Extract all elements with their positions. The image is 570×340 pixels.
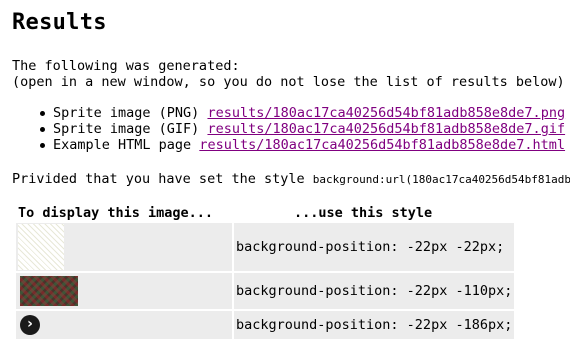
list-item: Sprite image (GIF) results/180ac17ca4025… — [20, 121, 565, 137]
gif-sprite-link[interactable]: results/180ac17ca40256d54bf81adb858e8de7… — [207, 121, 565, 137]
bullet-icon — [40, 111, 45, 116]
column-header-style: ...use this style — [294, 205, 433, 221]
intro-note: (open in a new window, so you do not los… — [12, 74, 565, 90]
png-sprite-link[interactable]: results/180ac17ca40256d54bf81adb858e8de7… — [207, 105, 565, 121]
image-cell: › — [16, 311, 232, 339]
bullet-icon — [40, 127, 45, 132]
style-note-text: Privided that you have set the style — [12, 171, 305, 187]
style-note-code: background:url(180ac17ca40256d54bf81adb — [312, 173, 570, 186]
table-row: › background-position: -22px -186px; — [16, 311, 515, 339]
intro-line: The following was generated: — [12, 58, 240, 74]
textured-pattern-image — [20, 276, 78, 306]
column-header-image: To display this image... — [18, 205, 214, 221]
link-label: Sprite image (PNG) — [53, 105, 200, 121]
link-label: Sprite image (GIF) — [53, 121, 200, 137]
table-row: background-position: -22px -110px; — [16, 273, 515, 309]
example-html-link[interactable]: results/180ac17ca40256d54bf81adb858e8de7… — [199, 137, 565, 153]
page-title: Results — [12, 10, 107, 35]
style-cell: background-position: -22px -22px; — [234, 223, 515, 271]
arrow-circle-icon: › — [20, 315, 40, 335]
table-row: background-position: -22px -22px; — [16, 223, 515, 271]
hatch-pattern-image — [18, 224, 64, 270]
link-label: Example HTML page — [53, 137, 192, 153]
bullet-icon — [40, 143, 45, 148]
results-table: To display this image... ...use this sty… — [14, 203, 516, 340]
list-item: Example HTML page results/180ac17ca40256… — [20, 137, 565, 153]
results-page: Results The following was generated: (op… — [0, 0, 570, 340]
style-cell: background-position: -22px -186px; — [234, 311, 515, 339]
style-note: Privided that you have set the style bac… — [12, 171, 570, 188]
table-header-row: To display this image... ...use this sty… — [16, 205, 514, 221]
image-cell — [16, 273, 232, 309]
list-item: Sprite image (PNG) results/180ac17ca4025… — [20, 105, 565, 121]
style-cell: background-position: -22px -110px; — [234, 273, 515, 309]
result-links-list: Sprite image (PNG) results/180ac17ca4025… — [20, 105, 565, 153]
image-cell — [16, 223, 232, 271]
